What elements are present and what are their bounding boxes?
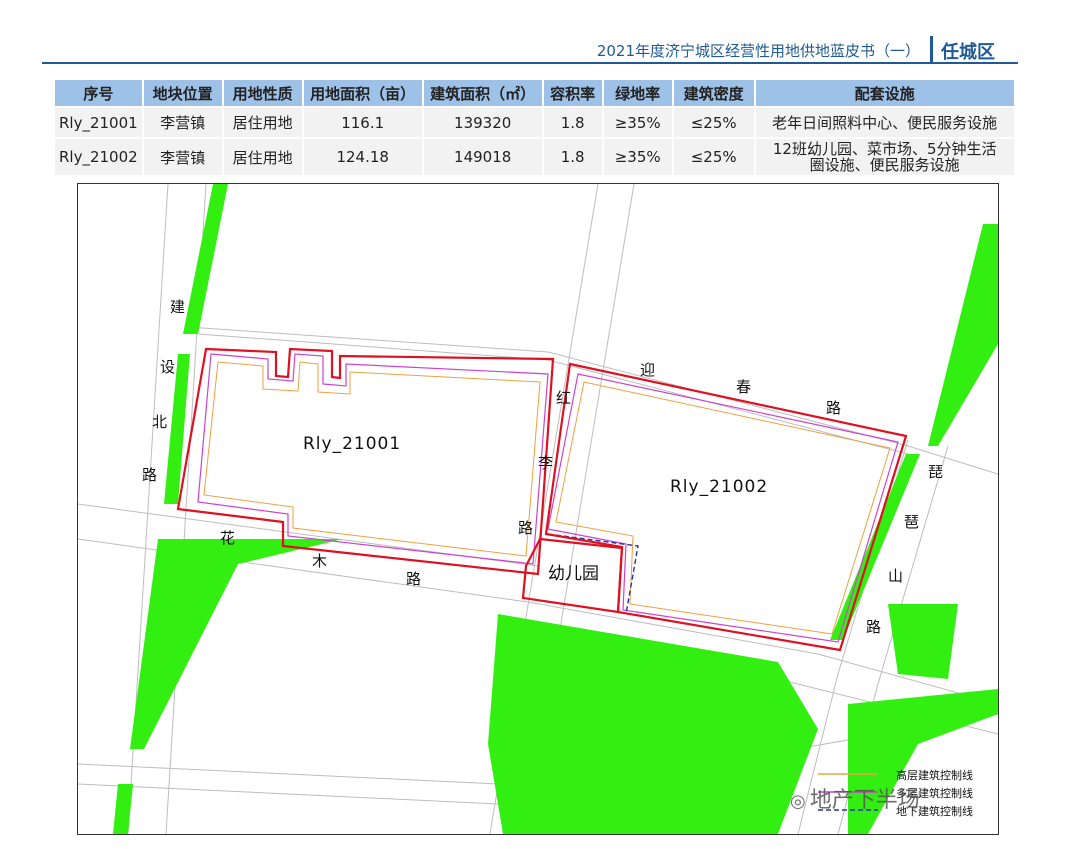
cell-facilities: 老年日间照料中心、便民服务设施 [755, 108, 1014, 137]
col-header-density: 建筑密度 [673, 80, 754, 106]
cell-green: ≥35% [603, 108, 672, 137]
road-huamu-char-1: 花 [220, 529, 236, 547]
green-block-east [888, 604, 958, 679]
cell-id: Rly_21002 [55, 139, 142, 175]
col-header-use: 用地性质 [223, 80, 302, 106]
road-hongli-char-3: 路 [518, 519, 534, 537]
green-field-south [488, 614, 818, 834]
table-row: Rly_21001 李营镇 居住用地 116.1 139320 1.8 ≥35%… [55, 108, 1014, 137]
table-header-row: 序号 地块位置 用地性质 用地面积（亩） 建筑面积（㎡） 容积率 绿地率 建筑密… [55, 80, 1014, 106]
road-hongli-char-1: 红 [556, 389, 572, 407]
header-rule [42, 62, 1018, 64]
multi-storey-line-parcel-1 [197, 353, 549, 565]
road-jianshe-char-1: 建 [170, 298, 186, 316]
col-header-far: 容积率 [543, 80, 602, 106]
cell-use: 居住用地 [223, 139, 302, 175]
cell-floor-area: 149018 [423, 139, 542, 175]
wechat-icon: ◎ [790, 791, 806, 812]
high-rise-line-parcel-2 [555, 381, 891, 635]
cell-id: Rly_21001 [55, 108, 142, 137]
road-pipashan-char-2: 琶 [904, 513, 920, 531]
header-title: 2021年度济宁城区经营性用地供地蓝皮书（一） [596, 42, 920, 60]
col-header-green: 绿地率 [603, 80, 672, 106]
col-header-location: 地块位置 [143, 80, 222, 106]
road-pipashan-char-3: 山 [888, 567, 904, 585]
cell-facilities: 12班幼儿园、菜市场、5分钟生活 圈设施、便民服务设施 [755, 139, 1014, 175]
land-info-table: 序号 地块位置 用地性质 用地面积（亩） 建筑面积（㎡） 容积率 绿地率 建筑密… [53, 78, 1016, 177]
site-plan-map: Rly_21001 Rly_21002 幼儿园 建 设 北 路 红 李 路 花 … [77, 183, 999, 835]
cell-far: 1.8 [543, 139, 602, 175]
road-huamu-char-3: 路 [406, 570, 422, 588]
facilities-line-1: 老年日间照料中心、便民服务设施 [772, 113, 998, 132]
cell-density: ≤25% [673, 139, 754, 175]
site-plan-drawing [78, 184, 998, 834]
col-header-id: 序号 [55, 80, 142, 106]
kindergarten-label: 幼儿园 [548, 564, 599, 584]
parcel-label-2: Rly_21002 [670, 477, 769, 497]
col-header-facilities: 配套设施 [755, 80, 1014, 106]
green-areas [113, 184, 998, 834]
road-yingchun-char-2: 春 [736, 378, 752, 396]
watermark-text: 地产下半场 [809, 788, 920, 813]
road-pipashan-char-4: 路 [866, 618, 882, 636]
green-strip-west-upper [183, 184, 228, 334]
cell-density: ≤25% [673, 108, 754, 137]
col-header-area: 用地面积（亩） [303, 80, 422, 106]
table-row: Rly_21002 李营镇 居住用地 124.18 149018 1.8 ≥35… [55, 139, 1014, 175]
cell-far: 1.8 [543, 108, 602, 137]
header-district: 任城区 [941, 42, 995, 63]
cell-location: 李营镇 [143, 108, 222, 137]
cell-floor-area: 139320 [423, 108, 542, 137]
road-jianshe-char-2: 设 [160, 358, 176, 376]
cell-area: 124.18 [303, 139, 422, 175]
facilities-line-1: 12班幼儿园、菜市场、5分钟生活 [772, 140, 997, 158]
parcel-label-1: Rly_21001 [303, 434, 402, 454]
facilities-line-2: 圈设施、便民服务设施 [809, 156, 960, 174]
road-hongli-char-2: 李 [538, 454, 554, 472]
road-yingchun-char-3: 路 [826, 399, 842, 417]
watermark: ◎ 地产下半场 [790, 782, 920, 814]
green-strip-southwest-lower [113, 784, 133, 834]
road-huamu-char-2: 木 [312, 552, 328, 570]
road-pipashan-char-1: 琵 [928, 463, 944, 481]
green-strip-northeast [928, 224, 998, 446]
road-jianshe-char-3: 北 [152, 413, 168, 431]
col-header-floor-area: 建筑面积（㎡） [423, 80, 542, 106]
cell-location: 李营镇 [143, 139, 222, 175]
cell-use: 居住用地 [223, 108, 302, 137]
legend-high-rise: 高层建筑控制线 [896, 769, 973, 782]
road-yingchun-char-1: 迎 [640, 361, 656, 379]
header-separator [930, 36, 933, 62]
road-jianshe-char-4: 路 [142, 466, 158, 484]
cell-green: ≥35% [603, 139, 672, 175]
cell-area: 116.1 [303, 108, 422, 137]
multi-storey-line-parcel-2 [547, 373, 899, 643]
high-rise-line-parcel-1 [203, 361, 541, 557]
